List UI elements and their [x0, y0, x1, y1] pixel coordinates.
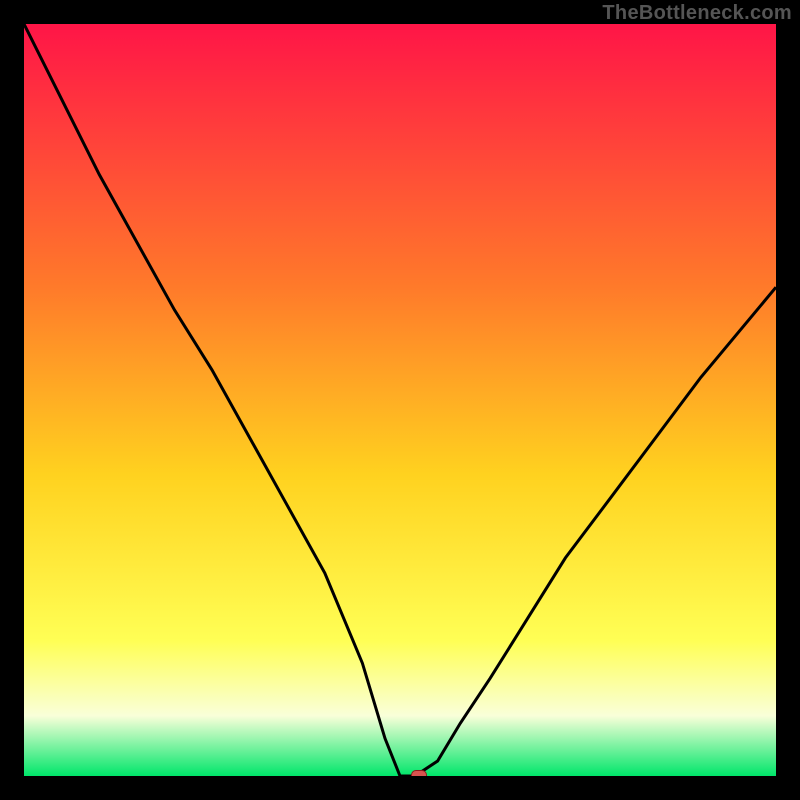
watermark-text: TheBottleneck.com: [602, 2, 792, 25]
chart-container: TheBottleneck.com: [0, 0, 800, 800]
minimum-marker-icon: [411, 770, 427, 776]
chart-svg: [24, 24, 776, 776]
gradient-background: [24, 24, 776, 776]
plot-area: [24, 24, 776, 776]
